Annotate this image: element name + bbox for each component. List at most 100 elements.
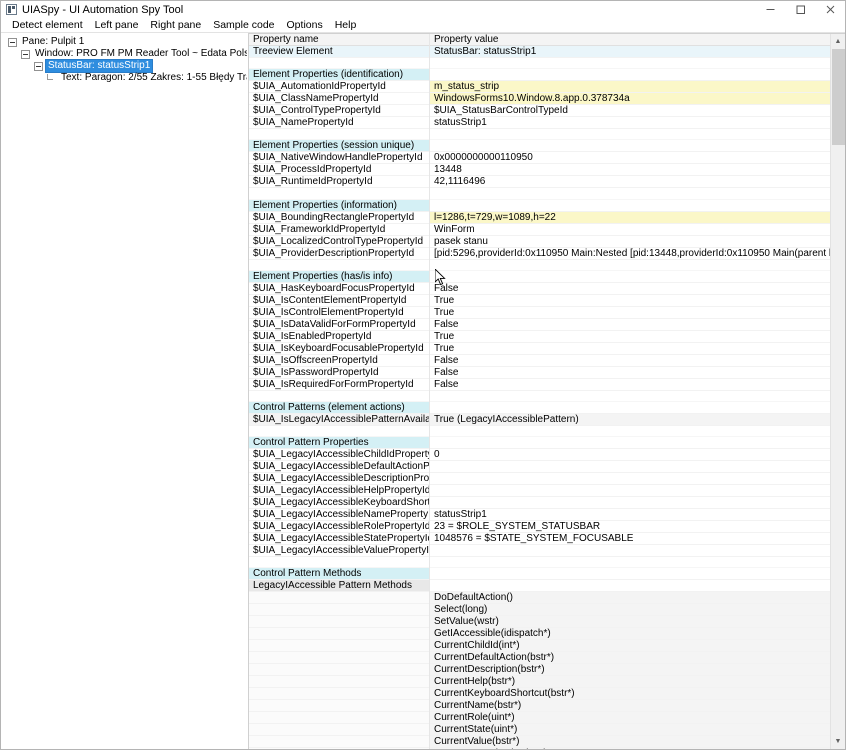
- property-row[interactable]: $UIA_IsOffscreenPropertyId False: [249, 354, 845, 367]
- property-row[interactable]: CurrentChildId(int*): [249, 639, 845, 653]
- property-value-cell: pasek stanu: [429, 235, 845, 248]
- property-row[interactable]: CurrentKeyboardShortcut(bstr*): [249, 687, 845, 701]
- property-row[interactable]: Element Properties (identification): [249, 68, 845, 82]
- property-row[interactable]: $UIA_BoundingRectanglePropertyId l=1286,t…: [249, 211, 845, 224]
- property-row[interactable]: CurrentHelp(bstr*): [249, 675, 845, 689]
- property-row[interactable]: DoDefaultAction(): [249, 591, 845, 605]
- property-row[interactable]: $UIA_RuntimeIdPropertyId 42,1116496: [249, 175, 845, 189]
- menu-right-pane[interactable]: Right pane: [144, 19, 207, 32]
- property-row[interactable]: [249, 57, 845, 70]
- property-row[interactable]: $UIA_IsKeyboardFocusablePropertyId True: [249, 342, 845, 355]
- property-row[interactable]: GetCurrentSelection(ptr*): [249, 747, 845, 749]
- property-row[interactable]: [249, 128, 845, 141]
- property-row[interactable]: Element Properties (session unique): [249, 139, 845, 153]
- property-name-cell: $UIA_LegacyIAccessibleRolePropertyId: [249, 520, 429, 534]
- property-name-cell: $UIA_IsKeyboardFocusablePropertyId: [249, 342, 429, 355]
- property-row[interactable]: Select(long): [249, 603, 845, 617]
- scrollbar-thumb[interactable]: [831, 49, 845, 145]
- property-row[interactable]: Control Patterns (element actions): [249, 401, 845, 414]
- property-row[interactable]: CurrentValue(bstr*): [249, 735, 845, 749]
- property-row[interactable]: Element Properties (information): [249, 199, 845, 212]
- menu-options[interactable]: Options: [281, 19, 329, 32]
- property-row[interactable]: [249, 259, 845, 271]
- property-row[interactable]: $UIA_ProviderDescriptionPropertyId [pid:5…: [249, 247, 845, 260]
- element-tree-pane[interactable]: Pane: Pulpit 1 Window: PRO FM PM Reader T…: [1, 33, 248, 749]
- header-property-name: Property name: [249, 34, 429, 46]
- property-row[interactable]: $UIA_AutomationIdPropertyId m_status_stri…: [249, 80, 845, 94]
- tree-node[interactable]: Pane: Pulpit 1: [4, 36, 247, 48]
- property-row[interactable]: $UIA_IsRequiredForFormPropertyId False: [249, 378, 845, 391]
- property-row[interactable]: $UIA_ClassNamePropertyId WindowsForms10.W…: [249, 92, 845, 106]
- property-value-cell: True (LegacyIAccessiblePattern): [429, 413, 845, 426]
- property-name-cell: [249, 723, 429, 737]
- menu-sample-code[interactable]: Sample code: [207, 19, 280, 32]
- property-row[interactable]: $UIA_IsLegacyIAccessiblePatternAvailable…: [249, 413, 845, 426]
- close-button[interactable]: [815, 1, 845, 19]
- property-row[interactable]: Element Properties (has/is info): [249, 270, 845, 283]
- scrollbar-track[interactable]: [831, 49, 846, 734]
- property-row[interactable]: $UIA_LegacyIAccessibleDescriptionPropert…: [249, 472, 845, 486]
- property-name-cell: [249, 128, 429, 141]
- main-split: Pane: Pulpit 1 Window: PRO FM PM Reader T…: [1, 33, 845, 749]
- property-value-cell: [429, 484, 845, 498]
- property-row[interactable]: [249, 390, 845, 402]
- property-row[interactable]: $UIA_FrameworkIdPropertyId WinForm: [249, 223, 845, 236]
- minimize-button[interactable]: [755, 1, 785, 19]
- property-value-cell: [429, 579, 845, 593]
- property-row[interactable]: SetValue(wstr): [249, 615, 845, 629]
- property-row[interactable]: Treeview Element StatusBar: statusStrip1: [249, 45, 845, 58]
- property-row[interactable]: $UIA_NativeWindowHandlePropertyId 0x00000…: [249, 151, 845, 165]
- property-row[interactable]: GetIAccessible(idispatch*): [249, 627, 845, 641]
- property-value-cell: WinForm: [429, 223, 845, 236]
- property-row[interactable]: $UIA_LegacyIAccessibleHelpPropertyId: [249, 484, 845, 498]
- menu-detect-element[interactable]: Detect element: [6, 19, 89, 32]
- property-row[interactable]: $UIA_LegacyIAccessibleNamePropertyId stat…: [249, 508, 845, 522]
- property-row[interactable]: [249, 556, 845, 569]
- property-value-cell: [429, 567, 845, 581]
- tree-node[interactable]: StatusBar: statusStrip1: [4, 59, 247, 73]
- menu-left-pane[interactable]: Left pane: [89, 19, 145, 32]
- menu-help[interactable]: Help: [329, 19, 363, 32]
- property-row[interactable]: $UIA_IsPasswordPropertyId False: [249, 366, 845, 379]
- property-row[interactable]: Control Pattern Properties: [249, 436, 845, 450]
- property-row[interactable]: $UIA_IsDataValidForFormPropertyId False: [249, 318, 845, 331]
- property-row[interactable]: $UIA_LegacyIAccessibleRolePropertyId 23 =…: [249, 520, 845, 534]
- property-row[interactable]: $UIA_IsEnabledPropertyId True: [249, 330, 845, 343]
- property-row[interactable]: $UIA_NamePropertyId statusStrip1: [249, 116, 845, 130]
- property-row[interactable]: LegacyIAccessible Pattern Methods: [249, 579, 845, 593]
- property-row[interactable]: [249, 187, 845, 200]
- property-row[interactable]: $UIA_LegacyIAccessibleChildIdPropertyId 0: [249, 448, 845, 462]
- property-row[interactable]: [249, 425, 845, 438]
- tree-node[interactable]: Text: Paragon: 2/55 Zakres: 1-55 Błędy T…: [4, 72, 247, 84]
- property-row[interactable]: CurrentDescription(bstr*): [249, 663, 845, 677]
- scroll-down-arrow[interactable]: ▼: [830, 734, 845, 749]
- window-title: UIASpy - UI Automation Spy Tool: [22, 3, 184, 16]
- tree-node[interactable]: Window: PRO FM PM Reader Tool ~ Edata Po…: [4, 48, 247, 60]
- property-row[interactable]: $UIA_LegacyIAccessibleStatePropertyId 104…: [249, 532, 845, 546]
- property-value-cell: CurrentChildId(int*): [429, 639, 845, 653]
- property-row[interactable]: $UIA_LocalizedControlTypePropertyId pasek…: [249, 235, 845, 248]
- tree-expander-icon[interactable]: [8, 37, 17, 47]
- property-row[interactable]: $UIA_ControlTypePropertyId $UIA_StatusBar…: [249, 104, 845, 118]
- maximize-button[interactable]: [785, 1, 815, 19]
- property-row[interactable]: $UIA_LegacyIAccessibleDefaultActionPrope…: [249, 460, 845, 474]
- property-row[interactable]: Control Pattern Methods: [249, 567, 845, 581]
- property-row[interactable]: CurrentDefaultAction(bstr*): [249, 651, 845, 665]
- property-row[interactable]: CurrentRole(uint*): [249, 711, 845, 725]
- property-name-cell: $UIA_IsEnabledPropertyId: [249, 330, 429, 343]
- property-row[interactable]: $UIA_LegacyIAccessibleValuePropertyId: [249, 544, 845, 558]
- vertical-scrollbar[interactable]: ▲ ▼: [830, 34, 845, 749]
- property-row[interactable]: CurrentName(bstr*): [249, 699, 845, 713]
- property-grid-header[interactable]: Property name Property value: [249, 34, 845, 46]
- property-row[interactable]: $UIA_IsControlElementPropertyId True: [249, 306, 845, 319]
- property-row[interactable]: $UIA_HasKeyboardFocusPropertyId False: [249, 282, 845, 295]
- property-value-cell: CurrentName(bstr*): [429, 699, 845, 713]
- property-row[interactable]: $UIA_IsContentElementPropertyId True: [249, 294, 845, 307]
- property-row[interactable]: CurrentState(uint*): [249, 723, 845, 737]
- tree-expander-icon[interactable]: [34, 61, 43, 71]
- scroll-up-arrow[interactable]: ▲: [830, 34, 845, 49]
- tree-expander-icon[interactable]: [21, 49, 30, 59]
- property-name-cell: [249, 663, 429, 677]
- property-row[interactable]: $UIA_LegacyIAccessibleKeyboardShortcutPr…: [249, 496, 845, 510]
- property-row[interactable]: $UIA_ProcessIdPropertyId 13448: [249, 163, 845, 177]
